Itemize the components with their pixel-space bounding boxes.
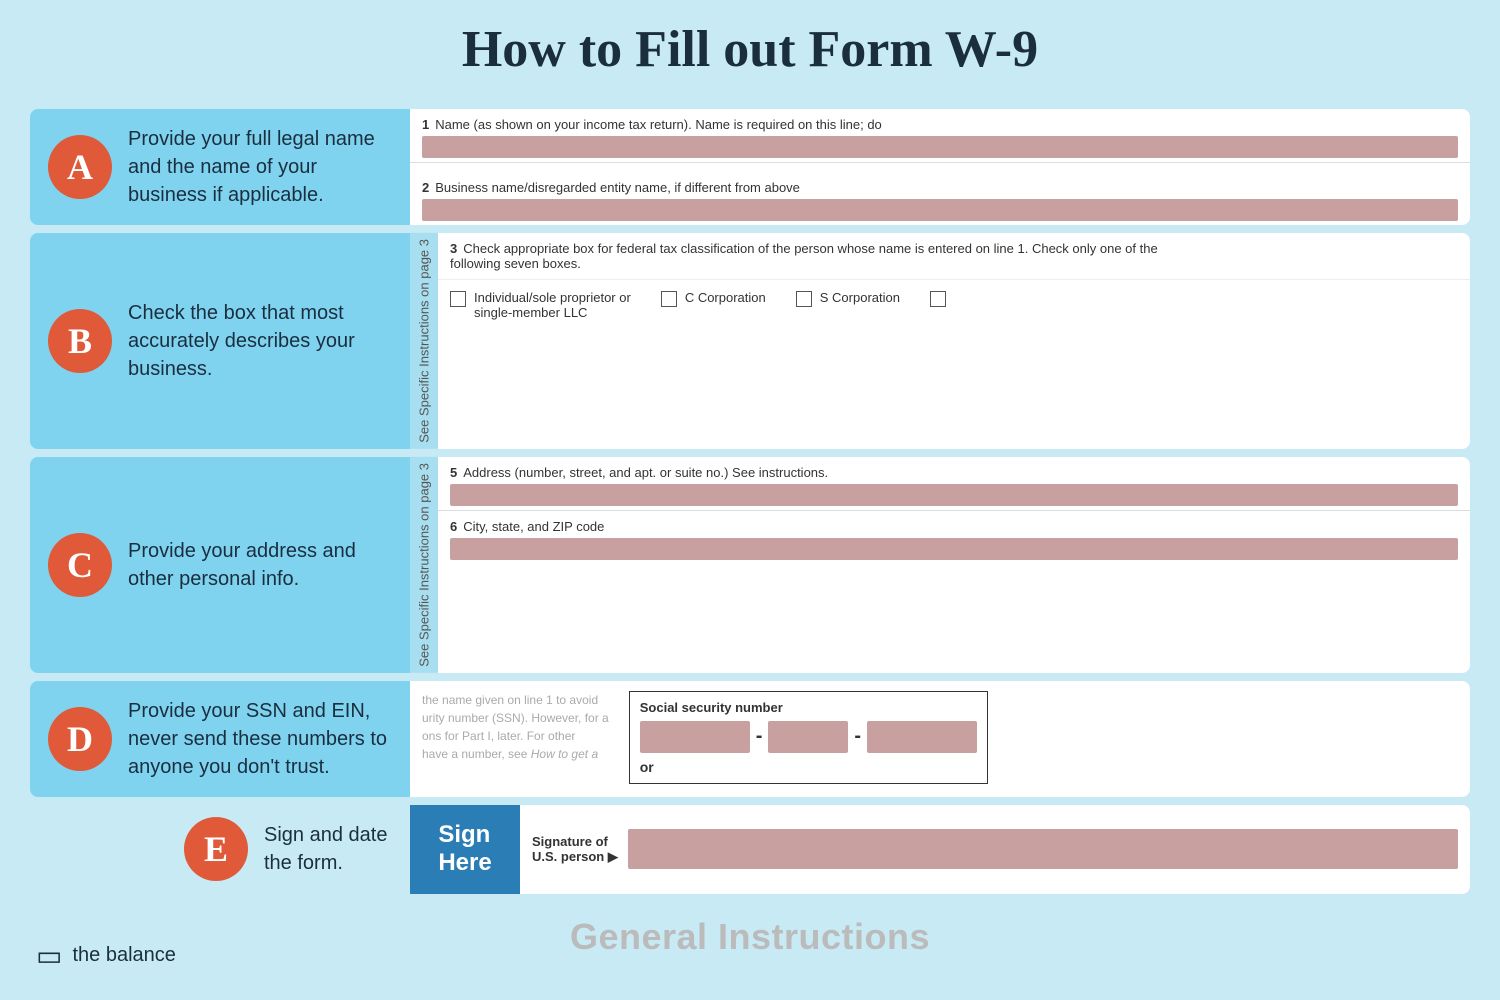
field-1-label: Name (as shown on your income tax return… bbox=[435, 117, 882, 132]
section-a: A Provide your full legal name and the n… bbox=[30, 109, 1470, 225]
badge-c: C bbox=[48, 533, 112, 597]
sign-here-label: SignHere bbox=[438, 821, 491, 879]
section-d-left: D Provide your SSN and EIN, never send t… bbox=[30, 681, 410, 797]
field-3-label: Check appropriate box for federal tax cl… bbox=[450, 241, 1158, 271]
ssn-title: Social security number bbox=[640, 700, 977, 715]
section-a-left: A Provide your full legal name and the n… bbox=[30, 109, 410, 225]
field-6-num: 6 bbox=[450, 519, 457, 534]
checkbox-extra bbox=[930, 290, 946, 307]
ssn-block-3[interactable] bbox=[867, 721, 977, 753]
field-5-num: 5 bbox=[450, 465, 457, 480]
checkbox-c-corp-label: C Corporation bbox=[685, 290, 766, 305]
section-a-description: Provide your full legal name and the nam… bbox=[128, 125, 392, 209]
section-d: D Provide your SSN and EIN, never send t… bbox=[30, 681, 1470, 797]
section-b-description: Check the box that most accurately descr… bbox=[128, 299, 392, 383]
section-e-form: SignHere Signature ofU.S. person ▶ bbox=[410, 805, 1470, 895]
checkbox-s-corp: S Corporation bbox=[796, 290, 900, 307]
field-6-label: City, state, and ZIP code bbox=[463, 519, 604, 534]
ssn-dash-2: - bbox=[854, 725, 861, 748]
field-5-label: Address (number, street, and apt. or sui… bbox=[463, 465, 828, 480]
logo-icon: ▭ bbox=[36, 939, 62, 972]
logo-text: the balance bbox=[72, 944, 175, 967]
field-1-num: 1 bbox=[422, 117, 429, 132]
ssn-inputs: - - bbox=[640, 721, 977, 753]
field-2-input[interactable] bbox=[422, 199, 1458, 221]
page-title: How to Fill out Form W-9 bbox=[30, 20, 1470, 79]
form-field-6: 6 City, state, and ZIP code bbox=[438, 511, 1470, 564]
section-b-side-label: See Specific Instructions on page 3 bbox=[410, 233, 438, 449]
section-c-form: 5 Address (number, street, and apt. or su… bbox=[438, 457, 1470, 673]
section-e-description: Sign and date the form. bbox=[264, 821, 392, 877]
general-instructions: General Instructions bbox=[30, 902, 1470, 958]
field-1-input[interactable] bbox=[422, 136, 1458, 158]
checkbox-c-corp: C Corporation bbox=[661, 290, 766, 307]
field-3-num: 3 bbox=[450, 241, 457, 256]
section-c-left: C Provide your address and other persona… bbox=[30, 457, 410, 673]
ssn-block-2[interactable] bbox=[768, 721, 848, 753]
ssn-dash-1: - bbox=[756, 725, 763, 748]
section-b: B Check the box that most accurately des… bbox=[30, 233, 1470, 449]
checkbox-s-corp-label: S Corporation bbox=[820, 290, 900, 305]
logo: ▭ the balance bbox=[36, 939, 176, 972]
checkbox-individual-box[interactable] bbox=[450, 291, 466, 307]
form-field-1: 1 Name (as shown on your income tax retur… bbox=[410, 109, 1470, 163]
badge-d: D bbox=[48, 707, 112, 771]
section-c-side-label: See Specific Instructions on page 3 bbox=[410, 457, 438, 673]
ssn-text: the name given on line 1 to avoidurity n… bbox=[422, 691, 609, 763]
badge-e: E bbox=[184, 817, 248, 881]
section-d-description: Provide your SSN and EIN, never send the… bbox=[128, 697, 392, 781]
sign-here-box: SignHere bbox=[410, 805, 520, 895]
page: How to Fill out Form W-9 A Provide your … bbox=[0, 0, 1500, 1000]
section-d-form: the name given on line 1 to avoidurity n… bbox=[410, 681, 1470, 797]
section-b-left: B Check the box that most accurately des… bbox=[30, 233, 410, 449]
section-a-form: 1 Name (as shown on your income tax retur… bbox=[410, 109, 1470, 225]
section-b-form: 3Check appropriate box for federal tax c… bbox=[438, 233, 1470, 449]
field-2-num: 2 bbox=[422, 180, 429, 195]
section-e-left-area: E Sign and date the form. bbox=[30, 805, 410, 895]
signature-input[interactable] bbox=[628, 829, 1458, 869]
signature-label: Signature ofU.S. person ▶ bbox=[532, 834, 618, 865]
field-2-label: Business name/disregarded entity name, i… bbox=[435, 180, 800, 195]
ssn-panel: the name given on line 1 to avoidurity n… bbox=[410, 681, 1470, 794]
form-field-5: 5 Address (number, street, and apt. or su… bbox=[438, 457, 1470, 511]
ssn-box: Social security number - - or bbox=[629, 691, 988, 784]
checkbox-row: Individual/sole proprietor orsingle-memb… bbox=[438, 280, 1470, 330]
signature-field: Signature ofU.S. person ▶ bbox=[520, 805, 1470, 895]
checkbox-extra-box[interactable] bbox=[930, 291, 946, 307]
ssn-or: or bbox=[640, 759, 977, 775]
checkbox-s-corp-box[interactable] bbox=[796, 291, 812, 307]
field-5-input[interactable] bbox=[450, 484, 1458, 506]
field-6-input[interactable] bbox=[450, 538, 1458, 560]
section-c: C Provide your address and other persona… bbox=[30, 457, 1470, 673]
checkbox-c-corp-box[interactable] bbox=[661, 291, 677, 307]
section-e-row: E Sign and date the form. SignHere Signa… bbox=[30, 805, 1470, 895]
badge-a: A bbox=[48, 135, 112, 199]
checkbox-individual-label: Individual/sole proprietor orsingle-memb… bbox=[474, 290, 631, 320]
checkbox-individual: Individual/sole proprietor orsingle-memb… bbox=[450, 290, 631, 320]
ssn-block-1[interactable] bbox=[640, 721, 750, 753]
form-field-3: 3Check appropriate box for federal tax c… bbox=[438, 233, 1470, 280]
section-c-description: Provide your address and other personal … bbox=[128, 537, 392, 593]
form-field-2: 2 Business name/disregarded entity name, … bbox=[410, 172, 1470, 225]
badge-b: B bbox=[48, 309, 112, 373]
